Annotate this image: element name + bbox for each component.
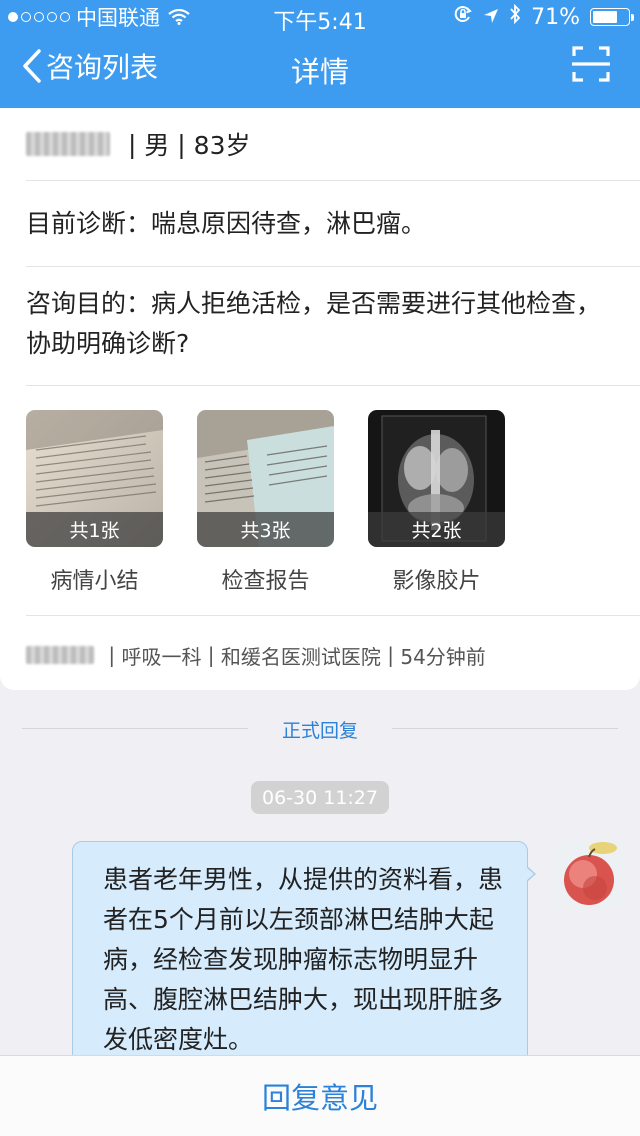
reply-message-text: 患者老年男性，从提供的资料看，患者在5个月前以左颈部淋巴结肿大起病，经检查发现肿… (103, 865, 504, 1054)
chevron-left-icon (23, 49, 41, 83)
location-arrow-icon (483, 5, 499, 30)
hospital: 和缓名医测试医院 (220, 644, 381, 669)
battery-icon (590, 8, 634, 26)
divider (26, 615, 640, 616)
attachment-label: 病情小结 (50, 569, 139, 594)
nav-bar: 咨询列表 详情 (0, 34, 640, 100)
separator: | (169, 129, 194, 159)
orientation-lock-icon (453, 4, 473, 30)
reply-opinion-button[interactable]: 回复意见 (0, 1055, 640, 1136)
attachment-label: 检查报告 (221, 569, 310, 594)
attachment-case-summary[interactable]: 共1张 病情小结 (26, 410, 163, 595)
reply-message-bubble: 患者老年男性，从提供的资料看，患者在5个月前以左颈部淋巴结肿大起病，经检查发现肿… (72, 841, 528, 1081)
patient-name-redacted (26, 132, 110, 156)
back-button-label: 咨询列表 (46, 51, 159, 84)
purpose-text: 咨询目的：病人拒绝活检，是否需要进行其他检查，协助明确诊断? (26, 289, 602, 358)
bluetooth-icon (509, 3, 521, 30)
attachment-list: 共1张 病情小结 共3张 检查报告 共2张 影像胶片 (26, 410, 505, 595)
separator: | (201, 643, 221, 667)
time-ago: 54分钟前 (400, 644, 486, 669)
scan-icon (572, 46, 610, 82)
attachment-count: 共1张 (26, 512, 163, 547)
attachment-label: 影像胶片 (392, 569, 481, 594)
report-thumbnail: 共3张 (197, 410, 334, 547)
document-thumbnail: 共1张 (26, 410, 163, 547)
consultation-card: | 男 | 83岁 目前诊断：喘息原因待查，淋巴瘤。 咨询目的：病人拒绝活检，是… (0, 108, 640, 690)
separator: | (120, 129, 145, 159)
separator: | (102, 643, 122, 667)
formal-reply-label: 正式回复 (281, 720, 358, 742)
diagnosis-text: 目前诊断：喘息原因待查，淋巴瘤。 (26, 209, 427, 238)
attachment-imaging-film[interactable]: 共2张 影像胶片 (368, 410, 505, 595)
reply-opinion-label: 回复意见 (261, 1081, 378, 1115)
patient-gender: 男 (144, 131, 170, 160)
separator: | (380, 643, 401, 667)
top-bar: 中国联通 下午5:41 71% 咨询列表 详情 (0, 0, 640, 108)
patient-info: | 男 | 83岁 (26, 124, 250, 164)
battery-percent: 71% (531, 4, 580, 30)
attachment-exam-report[interactable]: 共3张 检查报告 (197, 410, 334, 595)
divider (26, 180, 640, 181)
status-right: 71% (453, 3, 634, 30)
scan-button[interactable] (572, 45, 610, 83)
divider (26, 266, 640, 267)
patient-age: 83岁 (193, 131, 251, 160)
message-timestamp: 06-30 11:27 (251, 781, 389, 814)
attachment-count: 共3张 (197, 512, 334, 547)
separator-line-right (392, 728, 618, 729)
status-bar: 中国联通 下午5:41 71% (0, 0, 640, 35)
department: 呼吸一科 (121, 644, 202, 669)
xray-thumbnail: 共2张 (368, 410, 505, 547)
divider (26, 385, 640, 386)
attachment-count: 共2张 (368, 512, 505, 547)
doctor-avatar[interactable] (555, 840, 623, 908)
back-button[interactable]: 咨询列表 (22, 46, 158, 86)
bubble-tail (526, 867, 534, 881)
consultation-meta: | 呼吸一科 | 和缓名医测试医院 | 54分钟前 (26, 640, 486, 670)
doctor-name-redacted (26, 646, 94, 664)
